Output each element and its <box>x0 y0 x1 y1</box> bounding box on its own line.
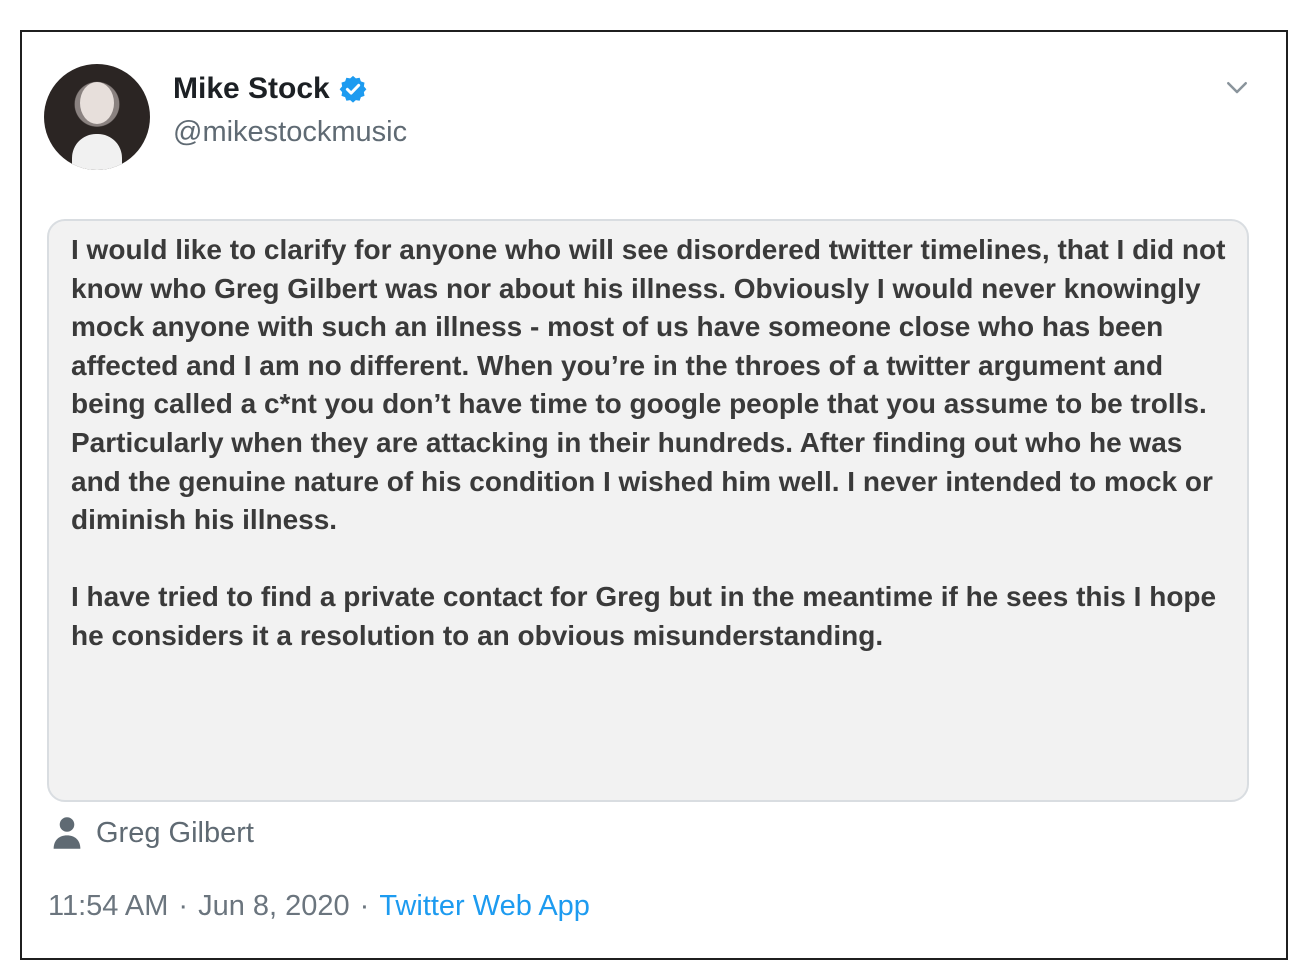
avatar-face <box>80 82 114 124</box>
author-handle[interactable]: @mikestockmusic <box>173 116 407 149</box>
author-name[interactable]: Mike Stock <box>173 72 330 106</box>
author-name-row[interactable]: Mike Stock <box>173 72 368 106</box>
meta-separator: · <box>178 890 189 922</box>
tweet-time[interactable]: 11:54 AM <box>48 890 168 923</box>
tagged-user-row[interactable]: Greg Gilbert <box>52 816 254 850</box>
person-icon <box>53 817 81 849</box>
avatar-shirt <box>72 134 122 170</box>
tweet-date[interactable]: Jun 8, 2020 <box>198 890 350 923</box>
meta-separator: · <box>359 890 370 922</box>
verified-badge-icon <box>339 75 367 103</box>
avatar[interactable] <box>44 64 150 170</box>
tweet-meta: 11:54 AM · Jun 8, 2020 · Twitter Web App <box>48 890 590 923</box>
tagged-user-name[interactable]: Greg Gilbert <box>96 817 254 850</box>
tweet-source-link[interactable]: Twitter Web App <box>379 890 590 923</box>
statement-text: I would like to clarify for anyone who w… <box>71 234 1226 651</box>
statement-image[interactable]: I would like to clarify for anyone who w… <box>47 219 1249 802</box>
chevron-down-icon[interactable] <box>1222 72 1252 102</box>
